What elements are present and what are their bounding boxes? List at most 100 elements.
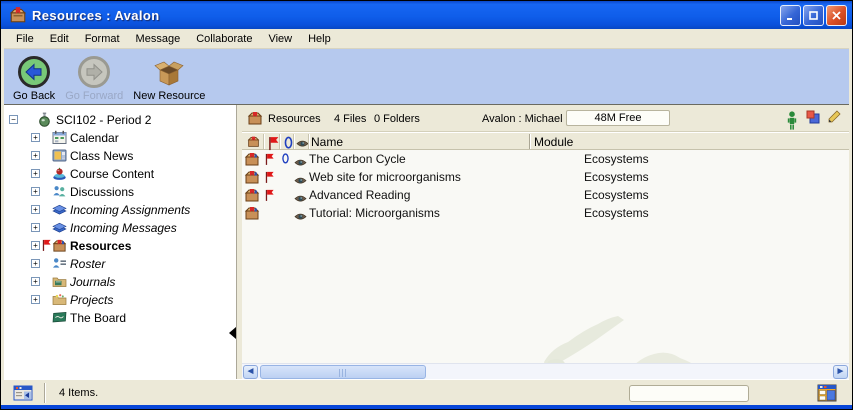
tree-item-calendar[interactable]: + Calendar xyxy=(4,129,236,147)
paperclip-icon xyxy=(280,152,291,166)
module-column-header[interactable]: Module xyxy=(534,135,573,149)
news-icon xyxy=(52,148,67,163)
tree-item-the-board[interactable]: The Board xyxy=(4,309,236,327)
file-row[interactable]: Advanced Reading Ecosystems xyxy=(242,186,849,204)
splitter-collapse-icon[interactable] xyxy=(229,327,236,339)
go-forward-button[interactable]: Go Forward xyxy=(60,53,128,104)
tree-item-sci102-period-2[interactable]: − SCI102 - Period 2 xyxy=(4,111,236,129)
menu-edit[interactable]: Edit xyxy=(42,31,77,47)
file-name[interactable]: Web site for microorganisms xyxy=(309,170,461,184)
tree-item-label[interactable]: The Board xyxy=(70,311,126,325)
package-icon xyxy=(247,110,263,126)
menu-message[interactable]: Message xyxy=(128,31,189,47)
journals-icon xyxy=(52,274,67,289)
free-space-indicator: 48M Free xyxy=(566,110,670,126)
minimize-button[interactable] xyxy=(780,5,801,26)
file-module: Ecosystems xyxy=(584,170,649,184)
tree-item-class-news[interactable]: + Class News xyxy=(4,147,236,165)
new-resource-button[interactable]: New Resource xyxy=(128,53,210,104)
tree-item-label[interactable]: Course Content xyxy=(70,167,154,181)
go-forward-icon xyxy=(77,55,111,89)
tree-item-label[interactable]: Incoming Assignments xyxy=(70,203,190,217)
expand-icon[interactable]: + xyxy=(31,295,40,304)
collapse-icon[interactable]: − xyxy=(9,115,18,124)
package-icon xyxy=(244,169,260,185)
go-back-button[interactable]: Go Back xyxy=(8,53,60,104)
menu-file[interactable]: File xyxy=(8,31,42,47)
expand-icon[interactable]: + xyxy=(31,277,40,286)
panel-toggle-icon[interactable] xyxy=(13,385,33,401)
file-name[interactable]: The Carbon Cycle xyxy=(309,152,406,166)
eye-icon[interactable] xyxy=(294,190,307,200)
file-row[interactable]: Tutorial: MicroorganismsEcosystems xyxy=(242,204,849,222)
menu-collaborate[interactable]: Collaborate xyxy=(188,31,260,47)
scroll-left-icon[interactable]: ◄ xyxy=(243,365,258,379)
copy-icon[interactable] xyxy=(806,110,820,125)
tree-item-label[interactable]: Roster xyxy=(70,257,105,271)
name-column-header[interactable]: Name xyxy=(311,135,343,149)
person-icon[interactable] xyxy=(785,110,799,125)
expand-icon[interactable]: + xyxy=(31,223,40,232)
tree-item-incoming-assignments[interactable]: + Incoming Assignments xyxy=(4,201,236,219)
horizontal-scrollbar[interactable]: ◄ ► xyxy=(242,363,849,379)
scroll-right-icon[interactable]: ► xyxy=(833,365,848,379)
expand-icon[interactable]: + xyxy=(31,205,40,214)
tree: − SCI102 - Period 2 + Calendar + Class News + C… xyxy=(4,105,236,327)
file-name[interactable]: Tutorial: Microorganisms xyxy=(309,206,440,220)
tree-item-label[interactable]: Calendar xyxy=(70,131,119,145)
incoming-items-icon xyxy=(52,202,67,217)
tree-item-label[interactable]: SCI102 - Period 2 xyxy=(56,113,151,127)
flag-icon xyxy=(264,189,275,202)
file-row[interactable]: The Carbon Cycle Ecosystems xyxy=(242,150,849,168)
file-name[interactable]: Advanced Reading xyxy=(309,188,410,202)
toolbar: Go BackGo ForwardNew Resource xyxy=(4,49,849,105)
tree-item-label[interactable]: Resources xyxy=(70,239,131,253)
file-module: Ecosystems xyxy=(584,152,649,166)
flask-icon xyxy=(37,112,52,127)
new-resource-icon xyxy=(152,55,186,89)
expand-icon[interactable]: + xyxy=(31,241,40,250)
tree-item-projects[interactable]: + Projects xyxy=(4,291,236,309)
eye-icon[interactable] xyxy=(294,154,307,164)
title-bar[interactable]: Resources : Avalon xyxy=(1,1,852,29)
file-module: Ecosystems xyxy=(584,188,649,202)
tree-item-course-content[interactable]: + Course Content xyxy=(4,165,236,183)
resources-header-bar: Resources 4 Files 0 Folders Avalon : Mic… xyxy=(242,105,849,132)
file-row[interactable]: Web site for microorganisms Ecosystems xyxy=(242,168,849,186)
layout-grid-icon[interactable] xyxy=(817,384,837,402)
tree-item-discussions[interactable]: + Discussions xyxy=(4,183,236,201)
eye-icon[interactable] xyxy=(294,208,307,218)
expand-icon[interactable]: + xyxy=(31,259,40,268)
tree-item-label[interactable]: Projects xyxy=(70,293,113,307)
scrollbar-thumb[interactable] xyxy=(260,365,426,379)
tree-item-label[interactable]: Discussions xyxy=(70,185,134,199)
menu-format[interactable]: Format xyxy=(77,31,128,47)
roster-icon xyxy=(52,256,67,271)
tree-item-incoming-messages[interactable]: + Incoming Messages xyxy=(4,219,236,237)
calendar-icon xyxy=(52,130,67,145)
tree-item-label[interactable]: Journals xyxy=(70,275,115,289)
expand-icon[interactable]: + xyxy=(31,169,40,178)
menu-view[interactable]: View xyxy=(260,31,300,47)
expand-icon[interactable]: + xyxy=(31,151,40,160)
panel-splitter[interactable] xyxy=(238,105,242,379)
tree-item-journals[interactable]: + Journals xyxy=(4,273,236,291)
eye-icon[interactable] xyxy=(294,172,307,182)
pencil-icon[interactable] xyxy=(827,110,841,125)
list-column-header: Name Module xyxy=(242,132,849,150)
menu-help[interactable]: Help xyxy=(300,31,339,47)
header-folders-count: 0 Folders xyxy=(374,113,420,125)
package-column-icon[interactable] xyxy=(247,135,260,148)
tree-item-roster[interactable]: + Roster xyxy=(4,255,236,273)
close-button[interactable] xyxy=(826,5,847,26)
header-title: Resources xyxy=(268,113,321,125)
expand-icon[interactable]: + xyxy=(31,187,40,196)
tree-item-label[interactable]: Incoming Messages xyxy=(70,221,177,235)
expand-icon[interactable]: + xyxy=(31,133,40,142)
tree-item-label[interactable]: Class News xyxy=(70,149,133,163)
course-content-icon xyxy=(52,166,67,181)
header-files-count: 4 Files xyxy=(334,113,366,125)
maximize-button[interactable] xyxy=(803,5,824,26)
discussions-icon xyxy=(52,184,67,199)
tree-item-resources[interactable]: + Resources xyxy=(4,237,236,255)
